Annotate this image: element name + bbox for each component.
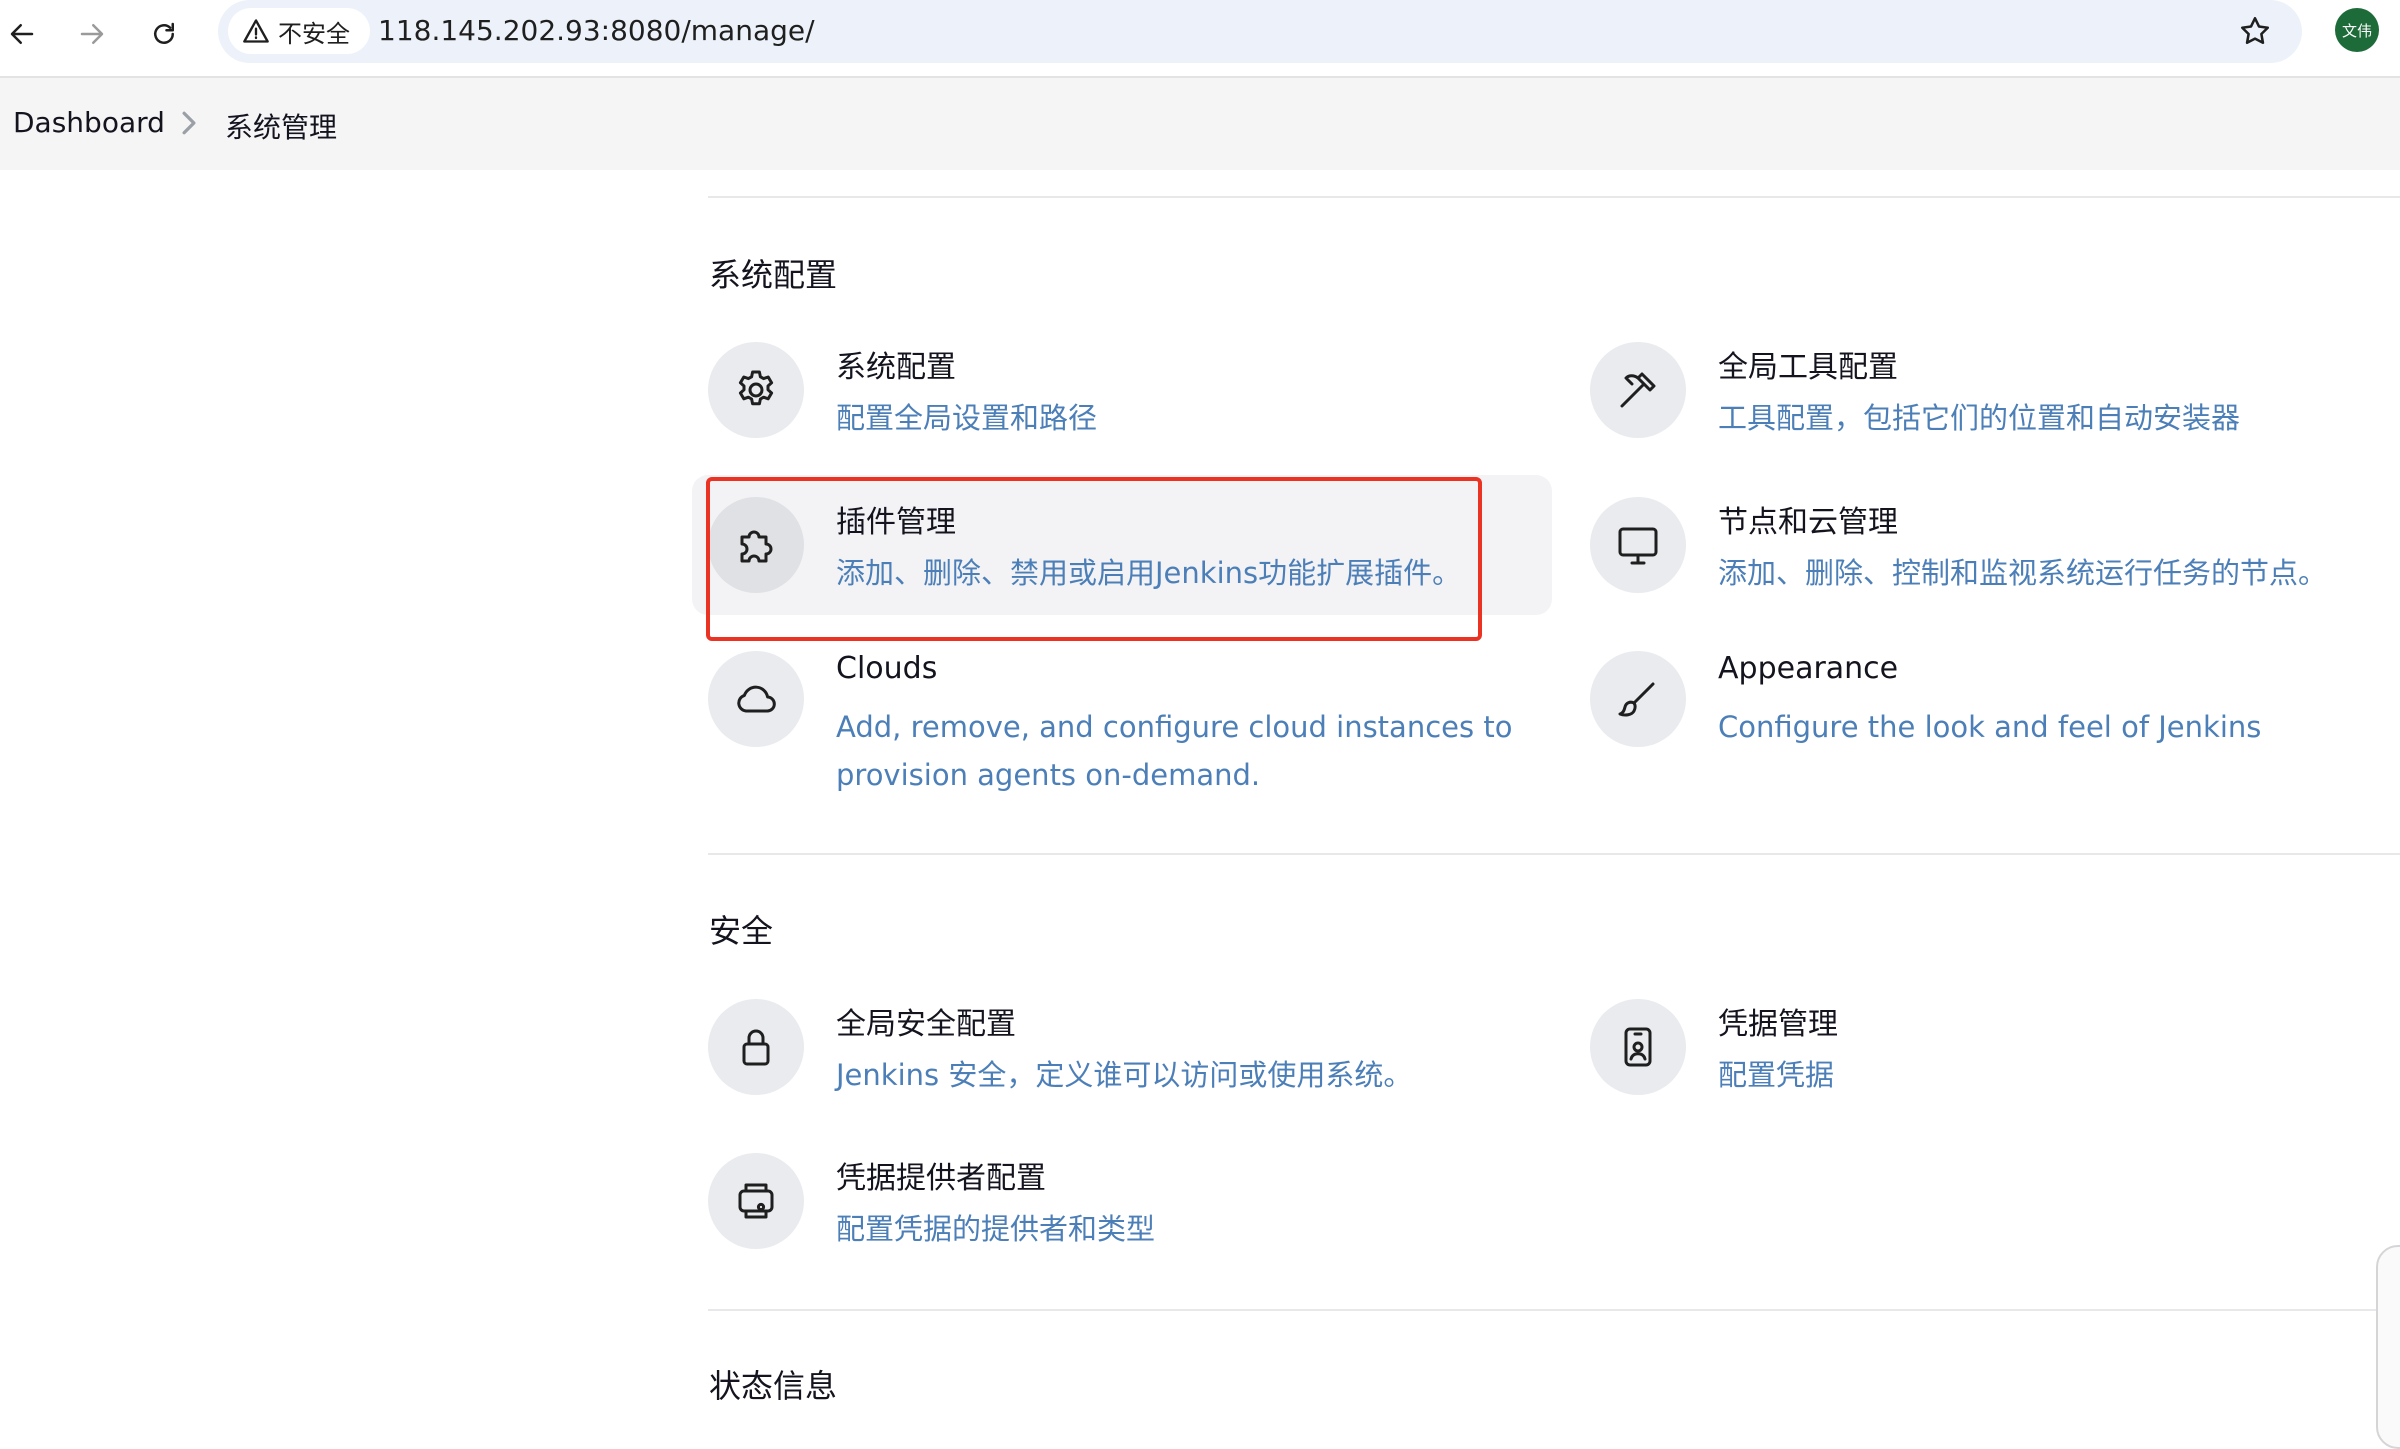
card-appearance[interactable]: Appearance Configure the look and feel o… bbox=[1574, 629, 2400, 769]
card-nodes-clouds[interactable]: 节点和云管理 添加、删除、控制和监视系统运行任务的节点。 bbox=[1574, 475, 2400, 615]
breadcrumb-dashboard[interactable]: Dashboard bbox=[13, 106, 165, 139]
breadcrumb-current[interactable]: 系统管理 bbox=[225, 106, 337, 146]
card-system-config[interactable]: 系统配置 配置全局设置和路径 bbox=[692, 320, 1552, 460]
arrow-left-icon bbox=[10, 24, 34, 44]
browser-toolbar: 不安全 118.145.202.93:8080/manage/ 文伟 bbox=[0, 0, 2400, 78]
card-global-tool-config[interactable]: 全局工具配置 工具配置，包括它们的位置和自动安装器 bbox=[1574, 320, 2400, 460]
card-global-security[interactable]: 全局安全配置 Jenkins 安全，定义谁可以访问或使用系统。 bbox=[692, 977, 1552, 1117]
card-description: 配置凭据 bbox=[1718, 1058, 1835, 1092]
card-credentials[interactable]: 凭据管理 配置凭据 bbox=[1574, 977, 2400, 1117]
breadcrumb: Dashboard 系统管理 bbox=[0, 78, 2400, 170]
card-title: 全局工具配置 bbox=[1718, 350, 1898, 385]
brush-icon bbox=[1590, 651, 1686, 747]
card-description: 配置凭据的提供者和类型 bbox=[836, 1212, 1156, 1246]
reload-icon bbox=[154, 22, 174, 44]
site-security-chip[interactable]: 不安全 bbox=[228, 8, 370, 54]
side-panel-handle[interactable] bbox=[2376, 1245, 2400, 1449]
address-bar[interactable]: 不安全 118.145.202.93:8080/manage/ bbox=[218, 0, 2302, 63]
card-clouds[interactable]: Clouds Add, remove, and configure cloud … bbox=[692, 629, 1552, 809]
card-description: Jenkins 安全，定义谁可以访问或使用系统。 bbox=[836, 1058, 1413, 1092]
card-description: 工具配置，包括它们的位置和自动安装器 bbox=[1718, 401, 2241, 435]
profile-avatar[interactable]: 文伟 bbox=[2335, 8, 2379, 52]
card-title: Clouds bbox=[836, 651, 938, 686]
section-title-security: 安全 bbox=[709, 912, 774, 950]
divider bbox=[708, 853, 2400, 855]
cloud-icon bbox=[708, 651, 804, 747]
divider bbox=[708, 196, 2400, 198]
back-button[interactable] bbox=[0, 12, 44, 56]
card-description: Configure the look and feel of Jenkins bbox=[1718, 710, 2262, 744]
security-label: 不安全 bbox=[278, 19, 350, 48]
warning-icon bbox=[243, 19, 269, 43]
card-title: 凭据提供者配置 bbox=[836, 1161, 1046, 1196]
bookmark-star-icon[interactable] bbox=[2238, 14, 2272, 48]
card-title: 全局安全配置 bbox=[836, 1007, 1016, 1042]
section-title-system-config: 系统配置 bbox=[709, 256, 838, 294]
card-description: 配置全局设置和路径 bbox=[836, 401, 1098, 435]
divider bbox=[708, 1309, 2400, 1311]
gear-icon bbox=[708, 342, 804, 438]
card-title: 凭据管理 bbox=[1718, 1007, 1838, 1042]
arrow-right-icon bbox=[80, 24, 104, 44]
monitor-icon bbox=[1590, 497, 1686, 593]
card-title: Appearance bbox=[1718, 651, 1899, 686]
card-title: 系统配置 bbox=[836, 350, 956, 385]
id-card-icon bbox=[1590, 999, 1686, 1095]
credential-provider-icon bbox=[708, 1153, 804, 1249]
url-text[interactable]: 118.145.202.93:8080/manage/ bbox=[378, 14, 815, 47]
card-credential-providers[interactable]: 凭据提供者配置 配置凭据的提供者和类型 bbox=[692, 1131, 1552, 1271]
card-title: 节点和云管理 bbox=[1718, 505, 1898, 540]
section-title-status: 状态信息 bbox=[709, 1367, 838, 1405]
card-description: 添加、删除、控制和监视系统运行任务的节点。 bbox=[1718, 556, 2328, 590]
reload-button[interactable] bbox=[142, 12, 186, 56]
chevron-right-icon bbox=[182, 111, 196, 135]
hammer-icon bbox=[1590, 342, 1686, 438]
annotation-highlight-box bbox=[706, 477, 1482, 641]
card-description: Add, remove, and configure cloud instanc… bbox=[836, 710, 1513, 792]
forward-button[interactable] bbox=[70, 12, 114, 56]
lock-icon bbox=[708, 999, 804, 1095]
